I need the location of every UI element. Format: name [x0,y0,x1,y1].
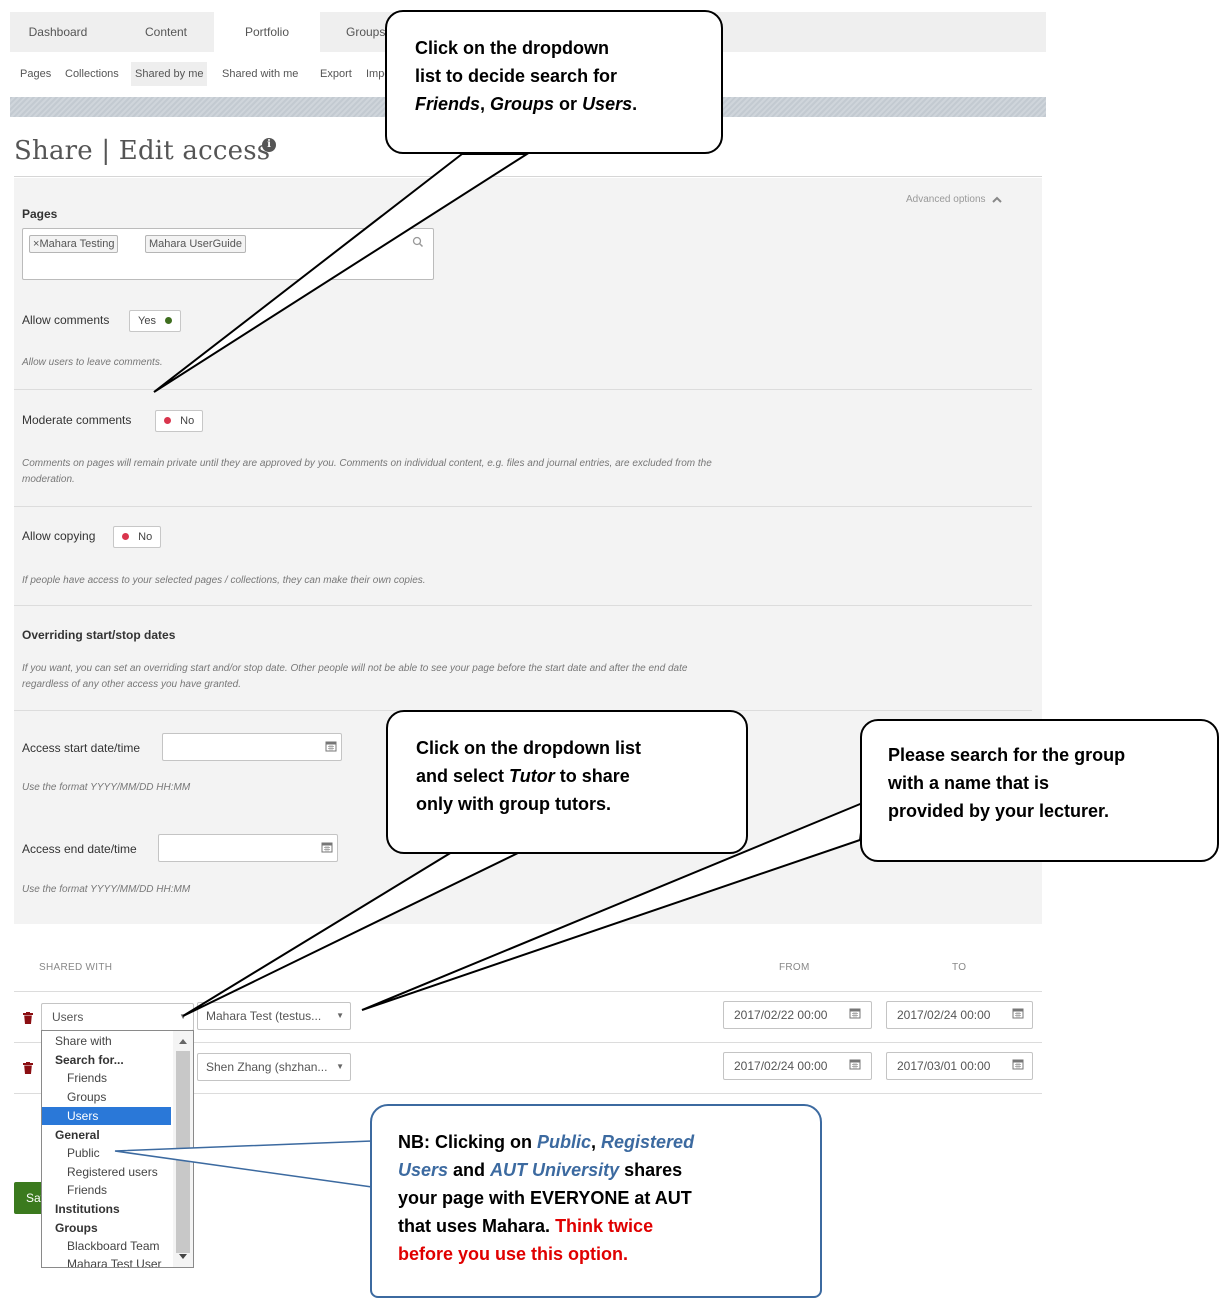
page-chip-label: Mahara UserGuide [149,238,242,250]
dropdown-item-selected[interactable]: Users [42,1107,171,1125]
overriding-dates-heading: Overriding start/stop dates [22,628,176,642]
switch-on-dot [165,317,173,324]
access-start-label: Access start date/time [22,741,141,755]
access-end-hint: Use the format YYYY/MM/DD HH:MM [22,884,191,895]
access-start-input[interactable] [162,733,342,761]
switch-value: No [180,415,195,427]
chevron-down-icon: ▼ [179,1012,187,1021]
allow-copying-switch[interactable]: No [113,526,162,548]
page-title: Share | Edit access [14,136,271,166]
moderate-comments-description: Comments on pages will remain private un… [22,458,712,485]
dropdown-item[interactable]: Public [42,1144,100,1162]
access-start-hint: Use the format YYYY/MM/DD HH:MM [22,782,191,793]
dropdown-item[interactable]: Friends [42,1181,107,1199]
callout-public-warning: NB: Clicking on Public, Registered Users… [370,1104,822,1298]
tab-content[interactable]: Content [123,12,209,52]
share-target-select[interactable]: Mahara Test (testus... ▼ [197,1002,351,1030]
overriding-dates-description: If you want, you can set an overriding s… [22,663,688,690]
calendar-icon[interactable] [1012,1007,1024,1019]
chevron-down-icon: ▼ [336,1062,344,1071]
calendar-icon[interactable] [849,1058,861,1070]
access-end-input[interactable] [158,834,338,862]
chevron-down-icon: ▼ [336,1011,344,1020]
trash-icon[interactable] [23,1062,33,1074]
dropdown-group-label: Groups [55,1221,98,1235]
advanced-options-toggle[interactable]: Advanced options [906,194,986,205]
section-divider [14,506,1032,507]
header-from: FROM [779,962,810,973]
subnav-pages[interactable]: Pages [16,62,55,86]
share-to-input[interactable]: 2017/03/01 00:00 [886,1052,1033,1080]
subnav-collections[interactable]: Collections [61,62,123,86]
dropdown-item[interactable]: Registered users [42,1163,158,1181]
subnav-shared-with-me[interactable]: Shared with me [218,62,302,86]
share-to-value: 2017/03/01 00:00 [897,1059,991,1073]
dropdown-group-label: General [55,1128,100,1142]
save-button[interactable]: Save [14,1182,44,1214]
trash-icon[interactable] [23,1012,33,1024]
share-from-value: 2017/02/22 00:00 [734,1008,828,1022]
share-type-value: Users [52,1010,84,1024]
switch-off-dot [122,533,129,540]
search-icon [412,236,424,248]
calendar-icon[interactable] [321,841,333,853]
callout-select-tutor: Click on the dropdown list and select Tu… [386,710,748,854]
page-chip-label: Mahara Testing [39,238,115,250]
moderate-comments-label: Moderate comments [22,413,132,427]
dropdown-item[interactable]: Groups [42,1088,106,1106]
dropdown-group-label: Search for... [55,1053,124,1067]
dropdown-item[interactable]: Blackboard Team [42,1237,160,1255]
pages-label: Pages [22,207,58,221]
dropdown-group-label: Institutions [55,1202,120,1216]
calendar-icon[interactable] [849,1007,861,1019]
switch-value: No [138,531,153,543]
scroll-down-icon[interactable] [178,1253,188,1261]
title-divider [14,176,1042,177]
allow-comments-description: Allow users to leave comments. [22,357,163,368]
allow-comments-label: Allow comments [22,313,110,327]
page-chip[interactable]: Mahara UserGuide [145,235,246,253]
allow-copying-description: If people have access to your selected p… [22,575,426,586]
header-to: TO [952,962,967,973]
section-divider [14,605,1032,606]
section-divider [14,389,1032,390]
share-type-dropdown-list[interactable]: Share with Search for... Friends Groups … [41,1030,194,1268]
callout-search-group: Please search for the group with a name … [860,719,1219,862]
callout-dropdown-search: Click on the dropdown list to decide sea… [385,10,723,154]
table-header-rule [14,991,1042,992]
dropdown-item[interactable]: Share with [42,1032,112,1050]
share-to-input[interactable]: 2017/02/24 00:00 [886,1001,1033,1029]
share-to-value: 2017/02/24 00:00 [897,1008,991,1022]
dropdown-item[interactable]: Friends [42,1069,107,1087]
info-icon[interactable]: i [262,138,276,152]
tab-portfolio[interactable]: Portfolio [214,12,320,52]
dropdown-scrollbar[interactable] [173,1031,193,1267]
share-target-select[interactable]: Shen Zhang (shzhan... ▼ [197,1053,351,1081]
moderate-comments-switch[interactable]: No [155,410,204,432]
dropdown-scroll-thumb[interactable] [176,1051,190,1253]
share-target-value: Shen Zhang (shzhan... [206,1060,328,1074]
calendar-icon[interactable] [1012,1058,1024,1070]
scroll-up-icon[interactable] [178,1037,188,1045]
switch-value: Yes [138,315,156,327]
allow-comments-switch[interactable]: Yes [129,310,182,332]
allow-copying-label: Allow copying [22,529,96,543]
header-shared-with: SHARED WITH [39,962,113,973]
dropdown-item[interactable]: Mahara Test User [42,1255,161,1267]
page-chip[interactable]: ×Mahara Testing [29,235,119,253]
access-end-label: Access end date/time [22,842,137,856]
subnav-export[interactable]: Export [316,62,356,86]
share-target-value: Mahara Test (testus... [206,1009,322,1023]
calendar-icon[interactable] [325,740,337,752]
subnav-shared-by-me[interactable]: Shared by me [131,62,208,86]
chevron-up-icon[interactable] [992,195,1002,205]
share-from-value: 2017/02/24 00:00 [734,1059,828,1073]
pages-select-box[interactable]: ×Mahara Testing Mahara UserGuide [22,228,434,280]
switch-off-dot [164,417,171,424]
tab-dashboard[interactable]: Dashboard [10,12,106,52]
share-type-select[interactable]: Users ▼ [41,1003,194,1031]
